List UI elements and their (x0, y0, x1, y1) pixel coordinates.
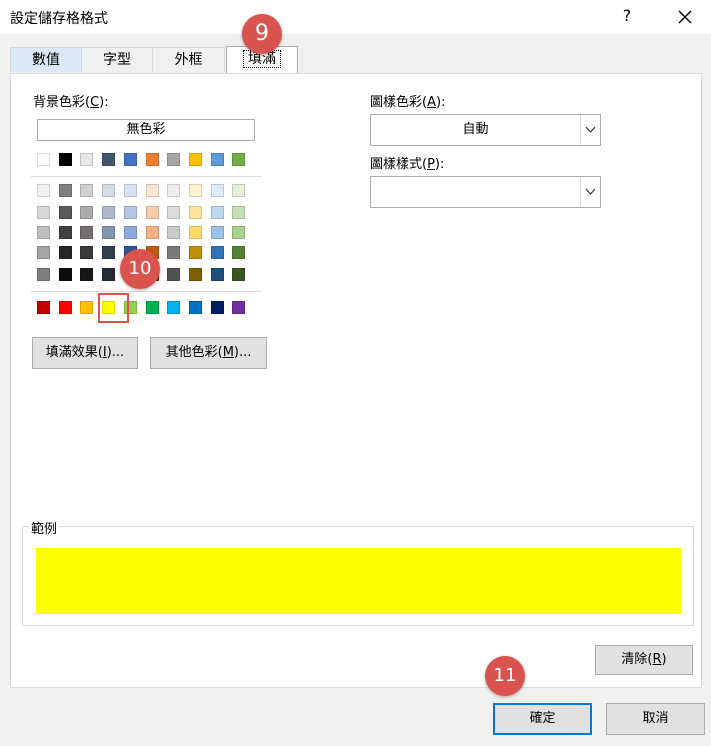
color-swatch[interactable] (58, 206, 72, 219)
color-swatch[interactable] (167, 226, 181, 239)
color-swatch[interactable] (37, 184, 50, 197)
color-swatch[interactable] (210, 153, 224, 166)
color-swatch[interactable] (58, 153, 72, 166)
color-swatch[interactable] (188, 246, 202, 259)
pattern-color-dropdown[interactable] (580, 115, 600, 145)
color-swatch[interactable] (167, 246, 181, 259)
title-bar: 設定儲存格格式 ? (0, 0, 711, 34)
pattern-color-value: 自動 (462, 122, 489, 137)
chevron-down-icon (585, 126, 596, 133)
color-swatch[interactable] (123, 184, 137, 197)
color-swatch[interactable] (232, 153, 246, 166)
color-swatch[interactable] (58, 226, 72, 239)
fill-panel: 背景色彩(C): 無色彩 填滿效果(I)... 其他色彩(M)... 圖樣色彩(… (10, 73, 702, 688)
color-swatch[interactable] (167, 184, 181, 197)
color-swatch[interactable] (37, 246, 50, 259)
color-swatch[interactable] (102, 226, 116, 239)
divider (31, 291, 261, 292)
color-swatch[interactable] (145, 226, 159, 239)
color-swatch[interactable] (188, 268, 202, 281)
color-swatch[interactable] (232, 246, 246, 259)
pattern-style-select[interactable] (370, 176, 601, 208)
color-swatch[interactable] (37, 268, 50, 281)
color-swatch[interactable] (58, 268, 72, 281)
step-marker-9: 9 (242, 14, 282, 54)
color-swatch[interactable] (37, 226, 50, 239)
tab-font[interactable]: 字型 (81, 47, 153, 72)
color-swatch[interactable] (37, 301, 50, 314)
color-swatch[interactable] (145, 153, 159, 166)
color-swatch[interactable] (102, 153, 116, 166)
color-swatch[interactable] (210, 184, 224, 197)
ok-button[interactable]: 確定 (493, 703, 592, 735)
color-swatch[interactable] (232, 226, 246, 239)
color-swatch[interactable] (37, 206, 50, 219)
cancel-button[interactable]: 取消 (606, 703, 705, 735)
color-swatch[interactable] (232, 206, 246, 219)
clear-button[interactable]: 清除(R) (595, 645, 693, 675)
chevron-down-icon (585, 188, 596, 195)
color-swatch[interactable] (102, 268, 116, 281)
color-swatch[interactable] (167, 301, 181, 314)
sample-preview (36, 548, 681, 614)
sample-label: 範例 (29, 518, 60, 537)
color-swatch[interactable] (80, 153, 94, 166)
background-color-label: 背景色彩(C): (33, 95, 109, 110)
fill-effects-button[interactable]: 填滿效果(I)... (32, 337, 138, 369)
color-swatch[interactable] (232, 301, 246, 314)
color-swatch[interactable] (80, 246, 94, 259)
color-swatch[interactable] (188, 153, 202, 166)
color-swatch[interactable] (188, 301, 202, 314)
pattern-style-value (371, 177, 580, 207)
color-swatch[interactable] (167, 268, 181, 281)
color-swatch[interactable] (210, 206, 224, 219)
pattern-style-label: 圖樣樣式(P): (370, 157, 445, 172)
color-swatch[interactable] (80, 268, 94, 281)
color-swatch[interactable] (188, 184, 202, 197)
color-swatch[interactable] (123, 206, 137, 219)
color-swatch[interactable] (80, 184, 94, 197)
pattern-color-label: 圖樣色彩(A): (370, 95, 446, 110)
step-marker-10: 10 (120, 249, 160, 289)
color-swatch[interactable] (123, 226, 137, 239)
color-swatch[interactable] (58, 301, 72, 314)
color-swatch[interactable] (145, 184, 159, 197)
color-swatch[interactable] (102, 184, 116, 197)
color-swatch[interactable] (145, 301, 159, 314)
color-swatch[interactable] (210, 226, 224, 239)
color-swatch[interactable] (102, 206, 116, 219)
divider (31, 176, 261, 177)
help-button[interactable]: ? (617, 6, 637, 25)
close-icon (678, 10, 692, 24)
more-colors-button[interactable]: 其他色彩(M)... (150, 337, 267, 369)
selected-color-highlight (98, 293, 129, 323)
color-swatch[interactable] (102, 246, 116, 259)
color-swatch[interactable] (232, 268, 246, 281)
no-color-button[interactable]: 無色彩 (37, 119, 255, 141)
pattern-style-dropdown[interactable] (580, 177, 600, 207)
tab-number[interactable]: 數值 (10, 47, 82, 72)
color-swatch[interactable] (210, 268, 224, 281)
color-swatch[interactable] (80, 301, 94, 314)
color-swatch[interactable] (188, 226, 202, 239)
color-swatch[interactable] (145, 206, 159, 219)
color-swatch[interactable] (58, 184, 72, 197)
color-swatch[interactable] (58, 246, 72, 259)
color-swatch[interactable] (167, 153, 181, 166)
dialog-title: 設定儲存格格式 (10, 11, 108, 27)
color-swatch[interactable] (123, 153, 137, 166)
color-swatch[interactable] (80, 226, 94, 239)
close-button[interactable] (670, 2, 700, 32)
color-swatch[interactable] (37, 153, 50, 166)
color-swatch[interactable] (210, 246, 224, 259)
color-swatch[interactable] (232, 184, 246, 197)
color-swatch[interactable] (80, 206, 94, 219)
pattern-color-select[interactable]: 自動 (370, 114, 601, 146)
color-swatch[interactable] (210, 301, 224, 314)
color-swatch[interactable] (167, 206, 181, 219)
step-marker-11: 11 (485, 656, 525, 696)
color-swatch[interactable] (188, 206, 202, 219)
tab-border[interactable]: 外框 (152, 47, 225, 72)
